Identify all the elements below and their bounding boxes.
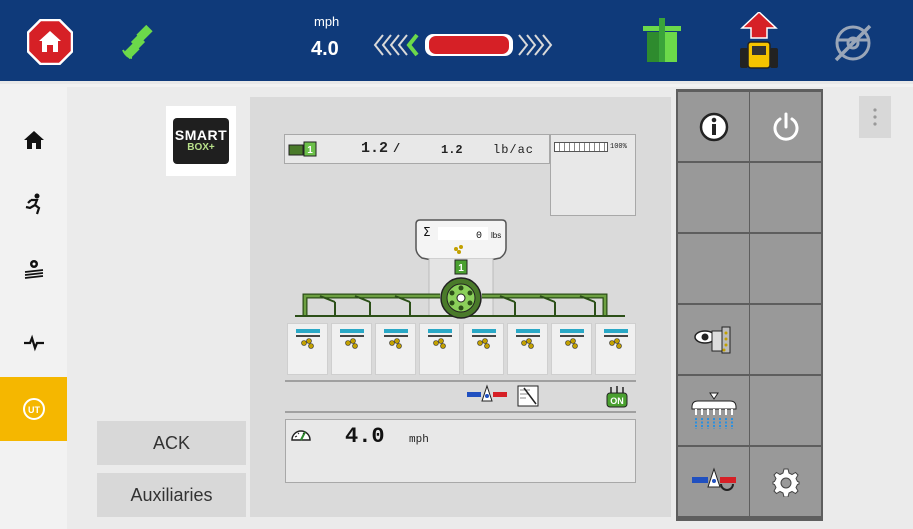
overflow-menu-button[interactable] [859, 96, 891, 138]
master-on-label: ON [610, 396, 624, 406]
row-unit-7[interactable] [551, 323, 592, 375]
power-icon [773, 112, 798, 141]
header-bar: mph 4.0 [0, 0, 913, 84]
row-unit-5[interactable] [463, 323, 504, 375]
softkey-section-control[interactable] [678, 447, 749, 516]
seed-icon [433, 338, 446, 349]
gear-icon [772, 468, 799, 497]
rate-percent-label: 100% [610, 143, 627, 151]
softkey-empty-2[interactable] [750, 163, 821, 232]
nav-universal-terminal[interactable]: UT [0, 377, 67, 441]
section-number: 1 [458, 263, 464, 274]
info-icon [699, 112, 728, 141]
screen: mph 4.0 UT SMART BOX+ ACK Auxiliaries 1 … [0, 0, 913, 529]
seeder-boom: 1 [295, 258, 625, 319]
panel-divider-2 [285, 411, 636, 413]
rate-actual: 1.2 [361, 140, 389, 157]
ground-speed-unit: mph [409, 434, 429, 446]
guidance-lightbar-icon [373, 33, 553, 57]
ground-speed-value: 4.0 [345, 424, 385, 449]
softkey-empty-4[interactable] [750, 234, 821, 303]
master-on-icon[interactable]: ON [604, 385, 630, 409]
logo-line2: BOX+ [187, 142, 215, 153]
header-speed-unit: mph [314, 14, 340, 29]
implement-status-icon [643, 18, 681, 62]
auxiliaries-button[interactable]: Auxiliaries [97, 473, 246, 517]
rate-percent-box: 100% [550, 134, 636, 216]
seed-icon [477, 338, 490, 349]
seed-icon [389, 338, 402, 349]
nav-home[interactable] [0, 110, 67, 170]
seed-icon [345, 338, 358, 349]
field-setup-icon [24, 260, 43, 279]
nav-field[interactable] [0, 238, 67, 298]
autosteer-disabled-icon[interactable] [832, 22, 874, 64]
satellite-icon [122, 24, 153, 60]
home-stop-icon[interactable] [27, 19, 73, 65]
softkey-power[interactable] [750, 92, 821, 161]
row-unit-3[interactable] [375, 323, 416, 375]
svg-text:Σ: Σ [423, 225, 431, 239]
ground-speed-box [285, 419, 636, 483]
total-value: 0 [476, 231, 482, 242]
softkey-empty-5[interactable] [750, 305, 821, 374]
row-unit-4[interactable] [419, 323, 460, 375]
softkey-section-view[interactable] [678, 376, 749, 445]
header-speed-value: 4.0 [311, 38, 339, 60]
row-unit-1[interactable] [287, 323, 328, 375]
seed-icon [301, 338, 314, 349]
product-bin-number: 1 [307, 145, 313, 156]
rate-display[interactable]: 1 1.2 / 1.2 lb/ac [284, 134, 550, 164]
softkey-seed-monitor[interactable] [678, 305, 749, 374]
running-person-icon [25, 193, 40, 215]
softkey-column [676, 89, 823, 521]
softkey-settings[interactable] [750, 447, 821, 516]
section-control-icon [467, 384, 507, 402]
tractor-forward-icon [740, 12, 778, 69]
softkey-info[interactable] [678, 92, 749, 161]
row-unit-6[interactable] [507, 323, 548, 375]
pulse-icon [23, 334, 44, 352]
product-bin-icon: 1 [288, 141, 317, 157]
seed-icon [565, 338, 578, 349]
panel-divider [285, 380, 636, 382]
rate-percent-bar [554, 142, 608, 152]
row-unit-2[interactable] [331, 323, 372, 375]
rate-unit: lb/ac [493, 143, 535, 157]
rate-separator: / [393, 142, 401, 156]
smartbox-logo: SMART BOX+ [166, 106, 236, 176]
more-vertical-icon [873, 108, 877, 126]
seed-icon [521, 338, 534, 349]
rate-target: 1.2 [441, 143, 463, 157]
svg-text:UT: UT [28, 405, 40, 415]
home-icon [23, 131, 44, 149]
seed-icon [609, 338, 622, 349]
seed-monitor-eye-icon [693, 326, 730, 353]
prescription-map-icon [517, 385, 539, 407]
left-navigation: UT [0, 87, 67, 529]
row-unit-8[interactable] [595, 323, 636, 375]
total-unit: lbs [491, 231, 501, 240]
nav-run[interactable] [0, 174, 67, 234]
nav-diagnostics[interactable] [0, 312, 67, 372]
softkey-empty-3[interactable] [678, 234, 749, 303]
softkey-empty-1[interactable] [678, 163, 749, 232]
softkey-empty-6[interactable] [750, 376, 821, 445]
speedometer-icon [291, 430, 311, 441]
ack-button[interactable]: ACK [97, 421, 246, 465]
boom-sections-icon [691, 392, 736, 429]
logo-line1: SMART [174, 127, 228, 143]
universal-terminal-icon: UT [22, 398, 45, 420]
section-control-toggle-icon [691, 466, 736, 491]
